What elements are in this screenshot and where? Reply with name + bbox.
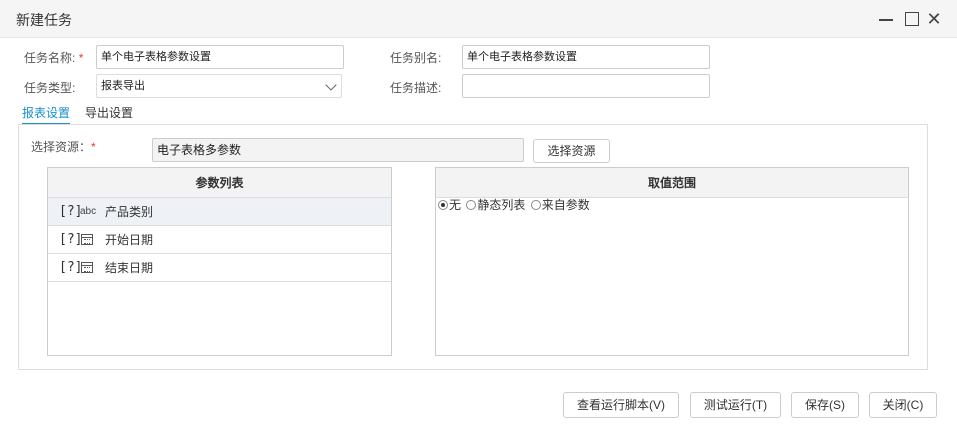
task-type-select[interactable]: 报表导出	[96, 74, 342, 98]
maximize-icon[interactable]	[901, 9, 921, 29]
test-run-button[interactable]: 测试运行(T)	[690, 392, 781, 418]
radio-none[interactable]	[438, 200, 448, 210]
task-type-label: 任务类型:	[24, 81, 76, 95]
radio-none-label[interactable]: 无	[449, 198, 461, 212]
title-bar: 新建任务 ✕	[0, 0, 957, 38]
required-mark: *	[78, 51, 84, 65]
param-name: 产品类别	[105, 205, 154, 219]
task-alias-input[interactable]: 单个电子表格参数设置	[462, 45, 710, 69]
close-icon[interactable]: ✕	[924, 9, 944, 29]
table-row[interactable]: [?] 结束日期	[48, 254, 391, 282]
calendar-icon	[81, 234, 93, 245]
task-type-value: 报表导出	[101, 80, 145, 92]
view-script-button[interactable]: 查看运行脚本(V)	[563, 392, 679, 418]
radio-static-list-label[interactable]: 静态列表	[477, 198, 525, 212]
minimize-icon[interactable]	[876, 9, 896, 29]
select-resource-button[interactable]: 选择资源	[533, 139, 610, 163]
table-row[interactable]: [?] 开始日期	[48, 226, 391, 254]
window-title: 新建任务	[16, 12, 72, 28]
task-desc-input[interactable]	[462, 74, 710, 98]
tab-report-settings[interactable]: 报表设置	[22, 104, 71, 125]
close-button[interactable]: 关闭(C)	[869, 392, 937, 418]
value-range-grid: 取值范围 无 静态列表 来自参数	[435, 167, 909, 356]
resource-label: 选择资源：*	[31, 138, 96, 155]
calendar-icon	[81, 262, 93, 273]
value-range-header: 取值范围	[436, 168, 908, 198]
task-desc-label: 任务描述:	[390, 81, 442, 95]
param-name: 开始日期	[105, 233, 154, 247]
text-type-icon: abc	[80, 206, 97, 217]
tab-export-settings[interactable]: 导出设置	[85, 104, 133, 121]
chevron-down-icon	[325, 79, 337, 91]
resource-label-text: 选择资源：	[31, 140, 92, 154]
param-marker: [?]	[59, 260, 83, 275]
task-name-label: 任务名称: *	[24, 49, 83, 66]
resource-input[interactable]: 电子表格多参数	[152, 138, 524, 162]
radio-static-list[interactable]	[466, 200, 477, 210]
radio-from-param[interactable]	[530, 200, 541, 210]
param-name: 结束日期	[105, 261, 154, 275]
required-mark: *	[91, 140, 96, 154]
param-marker: [?]	[59, 232, 83, 247]
param-marker: [?]	[59, 204, 83, 219]
value-range-options: 无 静态列表 来自参数	[438, 198, 592, 212]
task-name-input[interactable]: 单个电子表格参数设置	[96, 45, 344, 69]
table-row[interactable]: [?] abc 产品类别	[48, 198, 391, 226]
param-list-grid: 参数列表 [?] abc 产品类别 [?] 开始日期 [?] 结束日期	[47, 167, 392, 356]
radio-from-param-label[interactable]: 来自参数	[542, 198, 590, 212]
task-alias-label: 任务别名:	[390, 51, 442, 65]
task-name-label-text: 任务名称:	[24, 51, 76, 65]
save-button[interactable]: 保存(S)	[791, 392, 859, 418]
report-settings-panel: 选择资源：* 电子表格多参数 选择资源 参数列表 [?] abc 产品类别 [?…	[18, 124, 928, 370]
param-list-header: 参数列表	[48, 168, 391, 198]
